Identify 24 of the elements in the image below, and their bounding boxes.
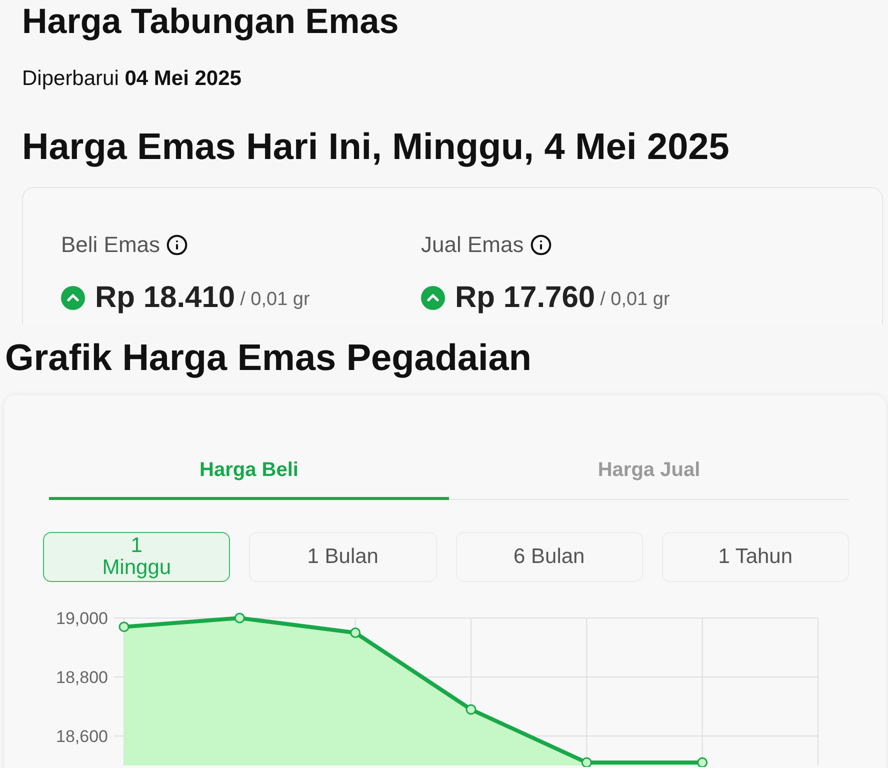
info-icon[interactable] <box>166 234 188 256</box>
price-value: Rp 17.760 <box>455 280 596 316</box>
period-button[interactable]: 6 Bulan <box>456 532 643 582</box>
data-point <box>581 757 592 767</box>
price-unit: / 0,01 gr <box>240 288 310 312</box>
price-label: Beli Emas <box>61 231 160 259</box>
page-title: Harga Tabungan Emas <box>22 2 399 42</box>
data-point <box>234 612 245 624</box>
info-icon[interactable] <box>530 234 552 256</box>
period-button[interactable]: 1 Tahun <box>662 532 849 582</box>
price-unit: / 0,01 gr <box>600 288 670 312</box>
data-point <box>350 628 361 638</box>
data-point <box>466 704 476 715</box>
y-axis-label: 19,000 <box>56 609 108 628</box>
period-button[interactable]: 1 Bulan <box>249 532 436 582</box>
y-axis-label: 18,600 <box>56 727 108 746</box>
section-title: Harga Emas Hari Ini, Minggu, 4 Mei 2025 <box>22 125 730 169</box>
data-point <box>697 757 708 767</box>
data-point <box>118 622 130 632</box>
price-value: Rp 18.410 <box>95 280 236 316</box>
updated-date: Diperbarui 04 Mei 2025 <box>22 66 242 92</box>
y-axis-label: 18,800 <box>56 668 108 687</box>
price-label: Jual Emas <box>421 231 524 259</box>
chart-section-title: Grafik Harga Emas Pegadaian <box>5 336 532 380</box>
